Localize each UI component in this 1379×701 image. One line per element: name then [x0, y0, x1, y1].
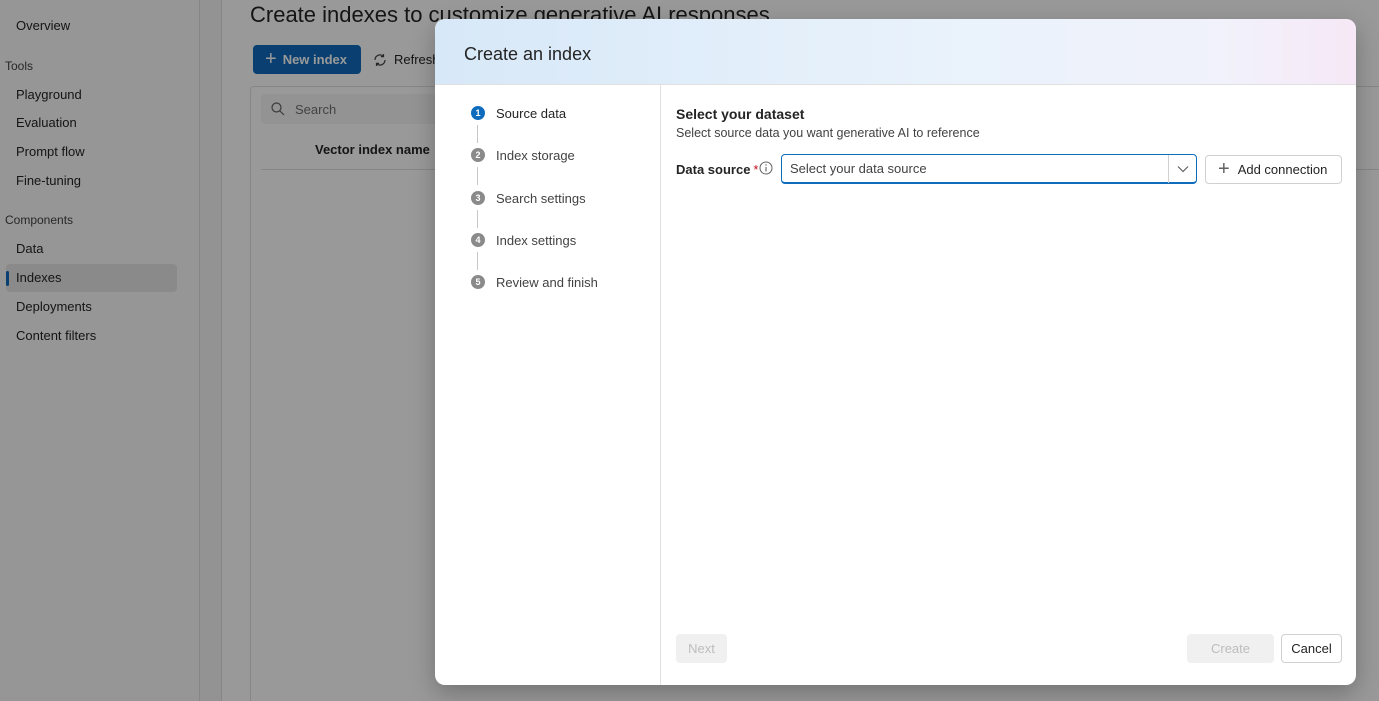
cancel-button[interactable]: Cancel: [1281, 634, 1342, 663]
step-connector: [477, 210, 478, 228]
dialog-content: Select your dataset Select source data y…: [661, 85, 1356, 685]
wizard-steps: 1 Source data 2 Index storage 3 Search s…: [435, 85, 661, 685]
data-source-placeholder: Select your data source: [790, 161, 927, 176]
create-index-dialog: Create an index 1 Source data 2 Index st…: [435, 19, 1356, 685]
plus-icon: +: [1218, 157, 1230, 180]
data-source-dropdown[interactable]: Select your data source: [781, 154, 1197, 184]
chevron-down-icon[interactable]: [1168, 155, 1196, 183]
step-source-data[interactable]: 1 Source data: [471, 103, 566, 123]
step-number-1: 1: [471, 106, 485, 120]
step-review-and-finish[interactable]: 5 Review and finish: [471, 272, 598, 292]
step-number-5: 5: [471, 275, 485, 289]
info-icon[interactable]: [759, 161, 773, 175]
dialog-header: Create an index: [435, 19, 1356, 85]
data-source-label: Data source *: [676, 162, 758, 177]
step-label-source-data: Source data: [496, 105, 567, 121]
section-title: Select your dataset: [676, 106, 805, 122]
step-label-index-storage: Index storage: [496, 147, 575, 163]
dialog-title: Create an index: [464, 44, 592, 64]
step-connector: [477, 252, 478, 270]
step-index-settings[interactable]: 4 Index settings: [471, 230, 576, 250]
add-connection-label: Add connection: [1237, 162, 1328, 177]
section-subtitle: Select source data you want generative A…: [676, 126, 980, 140]
step-number-3: 3: [471, 191, 485, 205]
step-connector: [477, 125, 478, 143]
step-index-storage[interactable]: 2 Index storage: [471, 145, 575, 165]
step-label-search-settings: Search settings: [496, 190, 586, 206]
data-source-label-text: Data source: [676, 162, 751, 177]
step-connector: [477, 167, 478, 185]
required-marker: *: [753, 162, 759, 177]
add-connection-button[interactable]: + Add connection: [1205, 155, 1342, 184]
create-button[interactable]: Create: [1187, 634, 1274, 663]
step-label-review-and-finish: Review and finish: [496, 274, 598, 290]
step-number-2: 2: [471, 148, 485, 162]
next-button[interactable]: Next: [676, 634, 727, 663]
step-label-index-settings: Index settings: [496, 232, 577, 248]
step-number-4: 4: [471, 233, 485, 247]
step-search-settings[interactable]: 3 Search settings: [471, 188, 586, 208]
